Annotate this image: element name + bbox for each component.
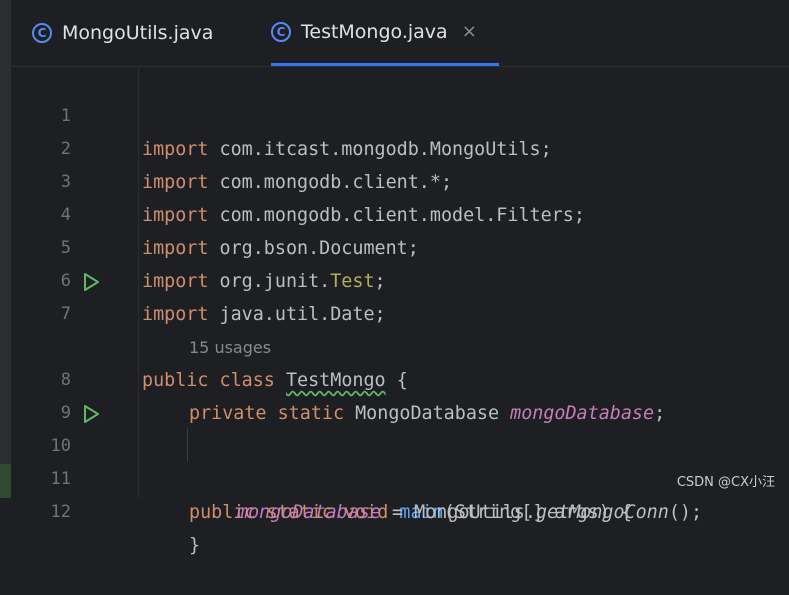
java-class-icon: C (32, 23, 52, 43)
static-field: mongoDatabase (237, 502, 381, 523)
line-number: 12 (50, 502, 71, 522)
code-line: 6 import java.util.Date; (11, 232, 789, 325)
tab-label: MongoUtils.java (62, 22, 214, 44)
code-editor[interactable]: 1 import com.itcast.mongodb.MongoUtils; … (11, 67, 789, 556)
code-text: } (189, 529, 200, 562)
code-line: 4 import org.bson.Document; (11, 166, 789, 259)
code-text: mongoDatabase = MongoUtils.getMongoConn(… (237, 496, 702, 529)
close-icon[interactable]: × (462, 21, 477, 42)
code-segment: = MongoUtils. (380, 502, 536, 523)
code-line: 2 import com.mongodb.client.*; (11, 100, 789, 193)
code-line: 12 } (11, 463, 789, 556)
code-line: 3 import com.mongodb.client.model.Filter… (11, 133, 789, 226)
run-icon[interactable] (81, 272, 101, 292)
tab-testmongo[interactable]: C TestMongo.java × (271, 0, 499, 66)
code-line: 5 import org.junit.Test; (11, 199, 789, 292)
tab-mongoutils[interactable]: C MongoUtils.java (32, 0, 252, 66)
code-line: 7 public class TestMongo { (11, 265, 789, 391)
java-class-icon: C (271, 21, 291, 42)
strip-accent (0, 464, 11, 498)
code-segment: (); (668, 502, 703, 523)
inlay-hint-row: 15 usages (11, 298, 789, 357)
tab-label: TestMongo.java (301, 20, 448, 43)
run-icon[interactable] (81, 404, 101, 424)
watermark: CSDN @CX小汪 (676, 475, 775, 490)
editor-tab-bar: C MongoUtils.java C TestMongo.java × (11, 0, 789, 67)
code-segment: } (189, 535, 201, 556)
code-line: 11 mongoDatabase = MongoUtils.getMongoCo… (11, 430, 789, 523)
code-line: 8 private static MongoDatabase mongoData… (11, 331, 789, 424)
method-call: getMongoConn (535, 502, 669, 523)
tool-window-strip (0, 0, 11, 498)
code-line: 9 (11, 364, 789, 423)
code-line: 10 public static void main(String[] args… (11, 397, 789, 523)
code-line: 1 import com.itcast.mongodb.MongoUtils; (11, 67, 789, 160)
